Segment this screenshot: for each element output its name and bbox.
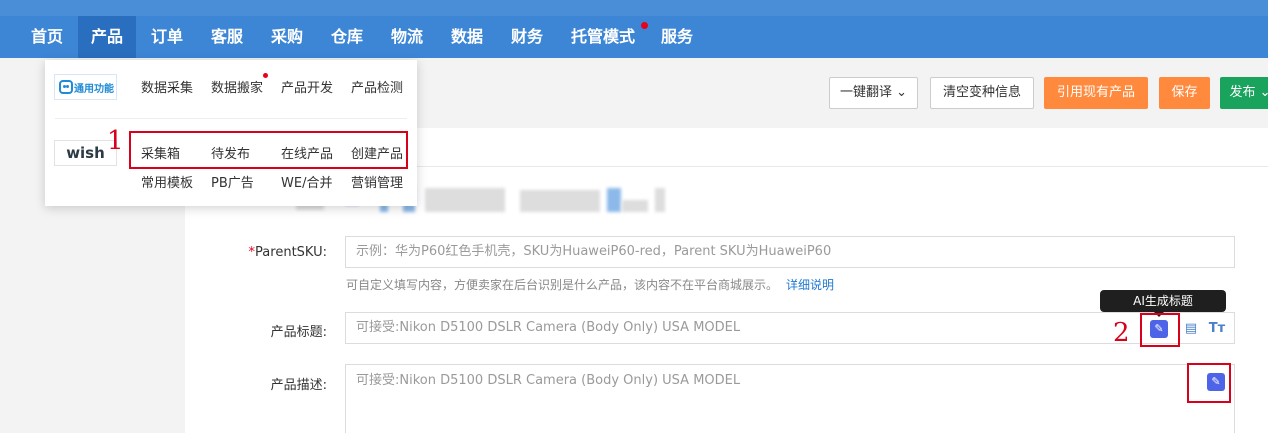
quote-product-button[interactable]: 引用现有产品: [1044, 77, 1148, 109]
save-button[interactable]: 保存: [1159, 77, 1210, 109]
menu-pb-ads[interactable]: PB广告: [211, 172, 254, 191]
annotation-number-1: 1: [107, 126, 124, 156]
nav-item-purchase[interactable]: 采购: [258, 16, 316, 58]
translate-button[interactable]: 一键翻译 ⌄: [829, 77, 918, 109]
menu-product-dev[interactable]: 产品开发: [281, 77, 333, 96]
parent-sku-hint-text: 可自定义填写内容，方便卖家在后台识别是什么产品，该内容不在平台商城展示。: [346, 278, 779, 292]
nav-item-home[interactable]: 首页: [18, 16, 76, 58]
notification-dot: [263, 73, 268, 78]
products-dropdown-menu: 通用功能 数据采集 数据搬家 产品开发 产品检测 wish 采集箱 待发布 在线…: [45, 60, 417, 206]
annotation-box-ai-title: [1140, 313, 1180, 347]
top-strip: [0, 0, 1268, 16]
menu-data-move[interactable]: 数据搬家: [211, 77, 263, 96]
nav-item-managed-mode-label: 托管模式: [570, 27, 635, 46]
nav-item-warehouse[interactable]: 仓库: [318, 16, 376, 58]
menu-common-templates[interactable]: 常用模板: [141, 172, 193, 191]
robot-icon: [59, 80, 73, 94]
parent-sku-label-text: ParentSKU:: [255, 245, 327, 260]
nav-item-data[interactable]: 数据: [438, 16, 496, 58]
store-blur: [425, 188, 505, 212]
store-blur: [607, 188, 621, 212]
menu-we-merge[interactable]: WE/合并: [281, 172, 332, 191]
text-format-icon[interactable]: ▤: [1182, 320, 1200, 338]
annotation-number-2: 2: [1113, 318, 1130, 348]
clear-variant-button[interactable]: 清空变种信息: [930, 77, 1034, 109]
detail-link[interactable]: 详细说明: [786, 278, 834, 292]
nav-item-services[interactable]: 服务: [648, 16, 706, 58]
notification-dot: [641, 22, 648, 29]
general-features-logo: 通用功能: [54, 74, 117, 100]
nav-item-orders[interactable]: 订单: [138, 16, 196, 58]
product-title-label: 产品标题:: [270, 325, 327, 340]
nav-item-service[interactable]: 客服: [198, 16, 256, 58]
product-description-label: 产品描述:: [270, 378, 327, 393]
menu-marketing[interactable]: 营销管理: [351, 172, 403, 191]
publish-button[interactable]: 发布 ⌄: [1220, 77, 1268, 109]
product-title-input[interactable]: 可接受:Nikon D5100 DSLR Camera (Body Only) …: [345, 312, 1235, 344]
nav-item-logistics[interactable]: 物流: [378, 16, 436, 58]
ai-title-tooltip: AI生成标题: [1100, 290, 1226, 312]
nav-item-finance[interactable]: 财务: [498, 16, 556, 58]
top-navbar: 首页 产品 订单 客服 采购 仓库 物流 数据 财务 托管模式 服务: [0, 16, 1268, 58]
parent-sku-hint: 可自定义填写内容，方便卖家在后台识别是什么产品，该内容不在平台商城展示。 详细说明: [346, 276, 834, 293]
store-blur: [520, 190, 600, 212]
dropdown-divider: [55, 118, 407, 119]
product-description-textarea[interactable]: 可接受:Nikon D5100 DSLR Camera (Body Only) …: [345, 364, 1235, 433]
store-blur: [655, 188, 665, 212]
menu-product-check[interactable]: 产品检测: [351, 77, 403, 96]
menu-data-collect[interactable]: 数据采集: [141, 77, 193, 96]
nav-item-managed-mode[interactable]: 托管模式: [558, 16, 648, 58]
parent-sku-label: *ParentSKU:: [187, 245, 327, 260]
store-blur: [622, 200, 648, 212]
general-features-logo-text: 通用功能: [74, 84, 114, 95]
annotation-box-ai-description: [1187, 363, 1231, 403]
text-case-icon[interactable]: Tт: [1208, 320, 1226, 338]
nav-item-products[interactable]: 产品: [78, 16, 136, 58]
parent-sku-input[interactable]: 示例：华为P60红色手机壳，SKU为HuaweiP60-red，Parent S…: [345, 236, 1235, 268]
annotation-box-wish-links: [129, 131, 408, 169]
